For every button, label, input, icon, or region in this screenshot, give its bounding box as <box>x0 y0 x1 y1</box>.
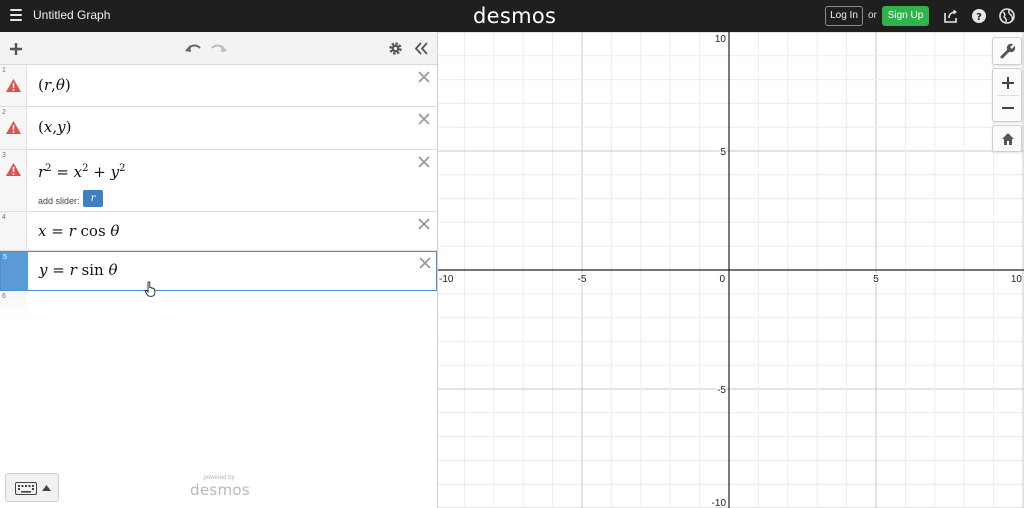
expression-number: 5 <box>3 254 7 261</box>
hand-cursor-icon <box>144 281 156 297</box>
new-expression-row[interactable]: 6 <box>0 291 437 321</box>
graph-paper[interactable]: -10 -5 0 5 10 10 5 -5 -10 <box>438 32 1024 508</box>
top-bar: Untitled Graph desmos Log In or Sign Up … <box>0 0 1024 32</box>
y-tick-label: -10 <box>712 498 727 508</box>
x-tick-label: 5 <box>873 274 879 285</box>
redo-icon[interactable] <box>210 41 228 55</box>
settings-gear-icon[interactable] <box>388 41 403 56</box>
zoom-controls <box>992 68 1022 122</box>
expression-number: 2 <box>2 109 6 116</box>
desmos-app: Untitled Graph desmos Log In or Sign Up … <box>0 0 1024 508</box>
y-tick-label: 10 <box>715 34 727 45</box>
x-tick-label: -10 <box>439 274 454 285</box>
undo-icon[interactable] <box>184 41 202 55</box>
expression-panel: 1 (r,θ) 2 (x,y) 3 r2 = x2 + y2 add slide… <box>0 32 438 508</box>
expression-input[interactable]: y = r sin θ <box>39 261 118 279</box>
delete-expression-icon[interactable] <box>417 217 431 231</box>
add-slider-label: add slider: <box>38 196 80 206</box>
add-item-icon[interactable] <box>9 42 23 56</box>
expression-number: 3 <box>2 152 6 159</box>
expression-input[interactable]: (x,y) <box>38 118 71 136</box>
expression-gutter: 4 <box>0 212 27 250</box>
language-globe-icon[interactable] <box>998 7 1016 25</box>
wrench-icon[interactable] <box>993 38 1023 64</box>
delete-expression-icon[interactable] <box>417 155 431 169</box>
graph-title[interactable]: Untitled Graph <box>33 8 110 22</box>
graph-settings-box <box>992 37 1022 65</box>
home-icon[interactable] <box>993 126 1023 152</box>
share-icon[interactable] <box>942 7 960 25</box>
zoom-out-icon[interactable] <box>993 96 1023 122</box>
x-tick-label: 0 <box>719 274 725 285</box>
expression-gutter: 2 <box>0 107 27 149</box>
expression-list: 1 (r,θ) 2 (x,y) 3 r2 = x2 + y2 add slide… <box>0 65 437 321</box>
keyboard-toggle-button[interactable] <box>5 473 59 502</box>
expression-row[interactable]: 2 (x,y) <box>0 107 437 150</box>
log-in-button[interactable]: Log In <box>825 6 863 26</box>
keyboard-icon <box>15 482 37 495</box>
expression-gutter: 1 <box>0 65 27 106</box>
warning-icon[interactable] <box>5 78 22 93</box>
or-label: or <box>868 10 877 21</box>
powered-by-desmos[interactable]: powered by desmos <box>190 475 250 499</box>
expression-row-active[interactable]: 5 y = r sin θ <box>0 251 437 291</box>
expression-toolbar <box>0 32 437 65</box>
expression-input[interactable]: x = r cos θ <box>38 222 119 240</box>
y-tick-label: 5 <box>720 147 726 158</box>
expression-row[interactable]: 1 (r,θ) <box>0 65 437 107</box>
svg-text:?: ? <box>976 12 982 23</box>
menu-icon[interactable] <box>10 9 22 21</box>
caret-up-icon <box>42 485 51 491</box>
warning-icon[interactable] <box>5 120 22 135</box>
expression-row[interactable]: 3 r2 = x2 + y2 add slider: r <box>0 150 437 212</box>
expression-number: 6 <box>2 293 6 300</box>
delete-expression-icon[interactable] <box>417 70 431 84</box>
expression-row[interactable]: 4 x = r cos θ <box>0 212 437 251</box>
expression-gutter: 3 <box>0 150 27 211</box>
zoom-in-icon[interactable] <box>993 69 1023 95</box>
delete-expression-icon[interactable] <box>418 256 432 270</box>
delete-expression-icon[interactable] <box>417 112 431 126</box>
expression-number: 1 <box>2 67 6 74</box>
expression-input[interactable]: r2 = x2 + y2 <box>38 163 125 181</box>
expression-number: 4 <box>2 214 6 221</box>
sign-up-button[interactable]: Sign Up <box>882 6 929 26</box>
x-tick-label: -5 <box>578 274 587 285</box>
expression-gutter: 6 <box>0 291 27 321</box>
graph-canvas[interactable]: -10 -5 0 5 10 10 5 -5 -10 <box>438 32 1024 508</box>
warning-icon[interactable] <box>5 162 22 177</box>
collapse-panel-icon[interactable] <box>414 42 428 55</box>
add-slider-r-button[interactable]: r <box>83 190 103 207</box>
default-viewport-box <box>992 125 1022 152</box>
y-tick-label: -5 <box>717 385 726 396</box>
expression-gutter: 5 <box>1 252 28 290</box>
x-tick-label: 10 <box>1011 274 1023 285</box>
expression-input[interactable]: (r,θ) <box>38 76 71 94</box>
help-icon[interactable]: ? <box>970 7 988 25</box>
desmos-logo: desmos <box>473 4 557 28</box>
